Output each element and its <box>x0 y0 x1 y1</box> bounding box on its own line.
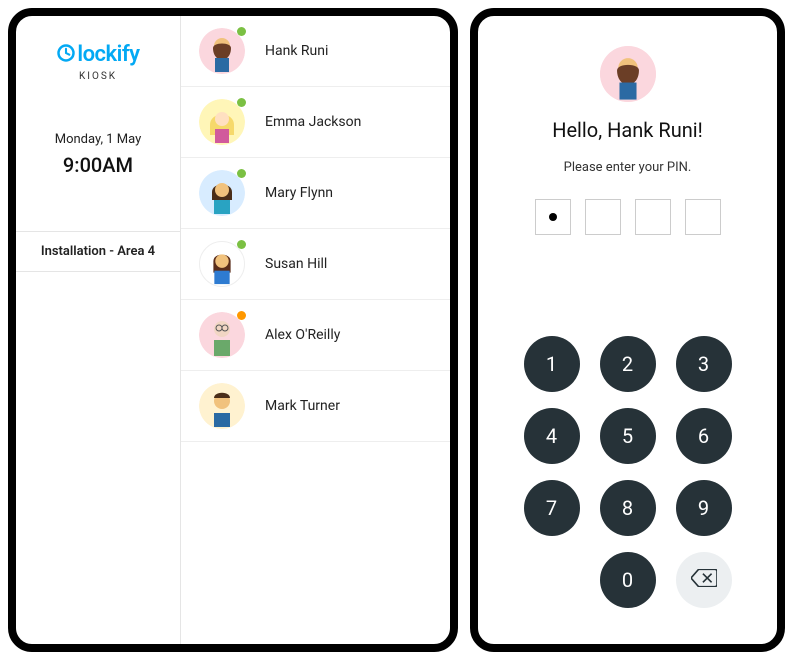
avatar-wrap <box>199 383 245 429</box>
status-dot-icon <box>237 169 246 178</box>
app-logo-subtitle: KIOSK <box>56 71 139 82</box>
current-time: 9:00AM <box>55 153 142 177</box>
pin-prompt: Please enter your PIN. <box>564 160 692 175</box>
app-logo-text: lockify <box>77 42 139 67</box>
app-logo-word: lockify <box>56 42 139 69</box>
avatar <box>199 383 245 429</box>
status-dot-icon <box>237 27 246 36</box>
datetime-block: Monday, 1 May 9:00AM <box>55 132 142 177</box>
person-name: Alex O'Reilly <box>265 327 340 343</box>
key-5[interactable]: 5 <box>600 408 656 464</box>
location-label: Installation - Area 4 <box>16 231 180 272</box>
people-list: Hank Runi Emma Jackson Mary Flynn <box>181 16 450 644</box>
pin-box <box>535 199 571 235</box>
person-name: Hank Runi <box>265 43 328 59</box>
clockify-logo-icon <box>56 43 76 69</box>
selected-user-avatar <box>600 46 656 102</box>
avatar-wrap <box>199 28 245 74</box>
pin-dot-icon <box>549 213 557 221</box>
key-7[interactable]: 7 <box>524 480 580 536</box>
current-date: Monday, 1 May <box>55 132 142 147</box>
app-logo: lockify KIOSK <box>56 42 139 82</box>
person-name: Susan Hill <box>265 256 327 272</box>
pin-box <box>635 199 671 235</box>
status-dot-icon <box>237 98 246 107</box>
key-1[interactable]: 1 <box>524 336 580 392</box>
key-3[interactable]: 3 <box>676 336 732 392</box>
pin-box <box>685 199 721 235</box>
avatar-wrap <box>199 312 245 358</box>
greeting-text: Hello, Hank Runi! <box>552 118 703 142</box>
pin-boxes <box>535 199 721 235</box>
person-name: Mary Flynn <box>265 185 333 201</box>
person-row[interactable]: Susan Hill <box>181 229 450 300</box>
person-row[interactable]: Hank Runi <box>181 16 450 87</box>
kiosk-pin-device: Hello, Hank Runi! Please enter your PIN.… <box>470 8 785 652</box>
person-row[interactable]: Mark Turner <box>181 371 450 442</box>
key-0[interactable]: 0 <box>600 552 656 608</box>
avatar-wrap <box>199 170 245 216</box>
kiosk-sidebar: lockify KIOSK Monday, 1 May 9:00AM Insta… <box>16 16 181 644</box>
key-9[interactable]: 9 <box>676 480 732 536</box>
key-4[interactable]: 4 <box>524 408 580 464</box>
avatar-wrap <box>199 99 245 145</box>
person-row[interactable]: Alex O'Reilly <box>181 300 450 371</box>
pin-keypad: 1 2 3 4 5 6 7 8 9 0 <box>524 308 732 620</box>
key-6[interactable]: 6 <box>676 408 732 464</box>
key-2[interactable]: 2 <box>600 336 656 392</box>
kiosk-main-device: lockify KIOSK Monday, 1 May 9:00AM Insta… <box>8 8 458 652</box>
status-dot-icon <box>237 240 246 249</box>
pin-box <box>585 199 621 235</box>
avatar-wrap <box>199 241 245 287</box>
person-row[interactable]: Emma Jackson <box>181 87 450 158</box>
person-name: Mark Turner <box>265 398 340 414</box>
key-backspace[interactable] <box>676 552 732 608</box>
person-name: Emma Jackson <box>265 114 361 130</box>
status-dot-icon <box>237 311 246 320</box>
person-row[interactable]: Mary Flynn <box>181 158 450 229</box>
backspace-icon <box>691 568 717 592</box>
pin-screen: Hello, Hank Runi! Please enter your PIN.… <box>478 16 777 644</box>
key-8[interactable]: 8 <box>600 480 656 536</box>
